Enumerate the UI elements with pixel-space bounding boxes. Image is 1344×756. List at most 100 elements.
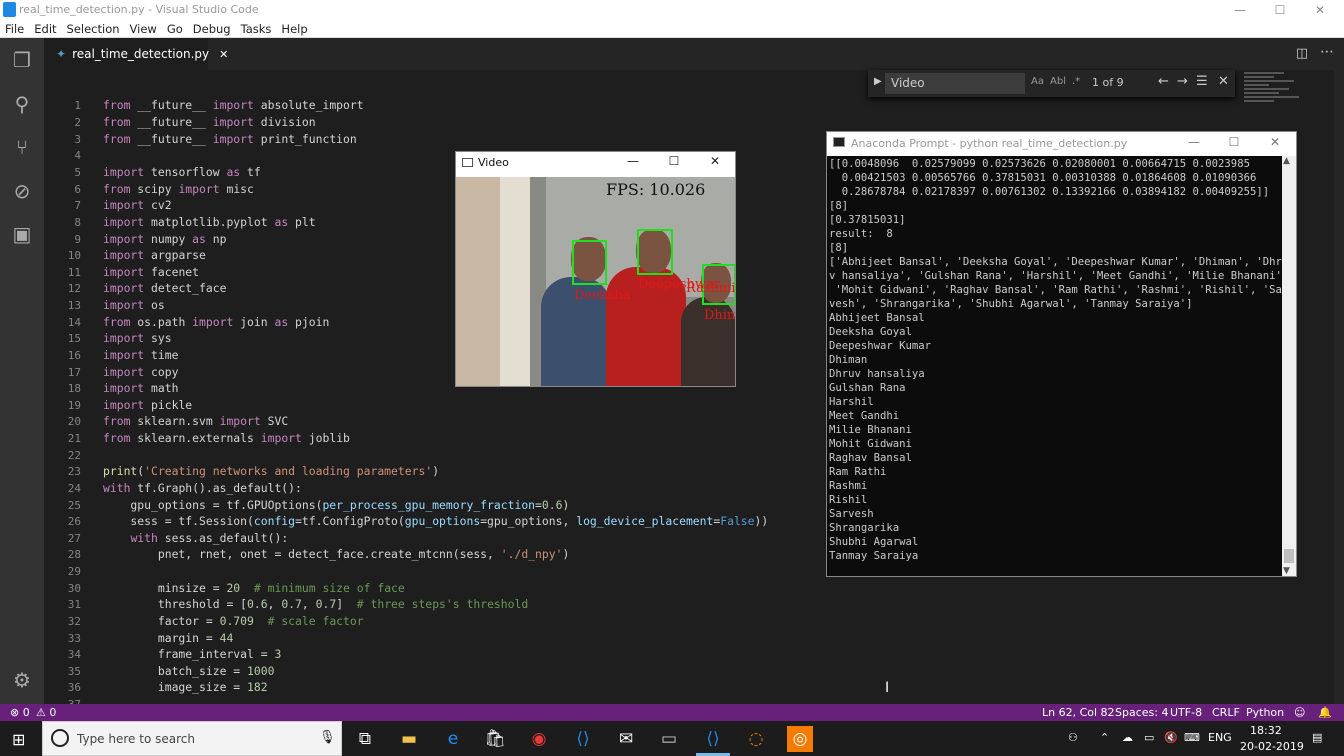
- debug-icon[interactable]: ⊘: [8, 177, 36, 205]
- line-number: 21: [67, 432, 81, 445]
- code-line: import os: [103, 298, 165, 312]
- line-number: 10: [67, 249, 81, 262]
- regex-button[interactable]: .*: [1072, 76, 1080, 87]
- console-close-button[interactable]: ✕: [1265, 135, 1285, 149]
- code-line: print('Creating networks and loading par…: [103, 464, 440, 478]
- menu-view[interactable]: View: [125, 20, 162, 38]
- feedback-smiley-icon[interactable]: ☺: [1294, 706, 1305, 719]
- menu-edit[interactable]: Edit: [29, 20, 61, 38]
- mail-icon[interactable]: ✉: [613, 726, 639, 752]
- toggle-replace-icon[interactable]: ▶: [874, 76, 882, 87]
- line-number: 2: [74, 116, 81, 129]
- input-language[interactable]: ENG: [1208, 731, 1232, 744]
- console-line: Gulshan Rana: [829, 382, 906, 394]
- warnings-count[interactable]: ⚠ 0: [36, 706, 56, 719]
- code-line: import numpy as np: [103, 232, 227, 246]
- console-line: Deepeshwar Kumar: [829, 340, 932, 352]
- match-word-button[interactable]: Abl: [1050, 76, 1066, 87]
- minimize-button[interactable]: —: [1220, 0, 1260, 20]
- action-center-icon[interactable]: ▤: [1312, 731, 1322, 744]
- menu-debug[interactable]: Debug: [188, 20, 236, 38]
- taskbar-search[interactable]: Type here to search 🎙: [42, 721, 342, 756]
- code-line: from os.path import join as pjoin: [103, 315, 330, 329]
- console-output[interactable]: [[0.0048096 0.02579099 0.02573626 0.0208…: [827, 156, 1282, 576]
- show-hidden-icon[interactable]: ⌃: [1100, 731, 1109, 744]
- maximize-button[interactable]: ☐: [1260, 0, 1300, 20]
- cursor-position[interactable]: Ln 62, Col 82: [1042, 706, 1115, 719]
- menu-selection[interactable]: Selection: [62, 20, 125, 38]
- errors-count[interactable]: ⊗ 0: [10, 706, 30, 719]
- code-line: batch_size = 1000: [103, 664, 275, 678]
- console-line: 0.28678784 0.02178397 0.00761302 0.13392…: [829, 186, 1270, 198]
- jupyter-icon[interactable]: ◌: [743, 726, 769, 752]
- code-line: pnet, rnet, onet = detect_face.create_mt…: [103, 547, 570, 561]
- title-bar: real_time_detection.py - Visual Studio C…: [0, 0, 1344, 20]
- battery-icon[interactable]: ▭: [1144, 731, 1154, 744]
- chrome-icon[interactable]: ◉: [526, 726, 552, 752]
- app-icon[interactable]: ◎: [787, 726, 813, 752]
- editor-scrollbar[interactable]: [1334, 70, 1344, 704]
- task-view-icon[interactable]: ⧉: [352, 726, 378, 752]
- clock-time[interactable]: 18:32: [1250, 724, 1282, 737]
- menu-tasks[interactable]: Tasks: [236, 20, 277, 38]
- video-close-button[interactable]: ✕: [705, 154, 725, 168]
- code-line: minsize = 20 # minimum size of face: [103, 581, 405, 595]
- vscode-icon[interactable]: ⟨⟩: [700, 726, 726, 752]
- menu-help[interactable]: Help: [276, 20, 312, 38]
- edge-icon[interactable]: e: [440, 726, 466, 752]
- microphone-icon[interactable]: 🎙: [319, 730, 336, 745]
- console-maximize-button[interactable]: ☐: [1224, 135, 1244, 149]
- notifications-bell-icon[interactable]: 🔔: [1318, 706, 1332, 719]
- line-number: 8: [74, 216, 81, 229]
- video-maximize-button[interactable]: ☐: [664, 154, 684, 168]
- face-box: [637, 229, 673, 275]
- network-icon[interactable]: ☁: [1122, 731, 1133, 744]
- next-match-button[interactable]: →: [1177, 74, 1188, 89]
- line-number: 29: [67, 565, 81, 578]
- line-number: 19: [67, 399, 81, 412]
- encoding[interactable]: UTF-8: [1170, 706, 1202, 719]
- volume-icon[interactable]: 🔇: [1164, 731, 1178, 744]
- console-minimize-button[interactable]: —: [1184, 135, 1204, 149]
- menu-go[interactable]: Go: [162, 20, 188, 38]
- file-explorer-icon[interactable]: ▬: [396, 726, 422, 752]
- settings-gear-icon[interactable]: ⚙: [8, 666, 36, 694]
- line-number: 1: [74, 99, 81, 112]
- console-line: [8]: [829, 200, 849, 212]
- split-editor-icon[interactable]: ◫: [1296, 46, 1308, 61]
- line-number: 24: [67, 482, 81, 495]
- more-actions-icon[interactable]: ⋯: [1320, 44, 1334, 60]
- console-line: Rashmi: [829, 480, 868, 492]
- line-number: 30: [67, 582, 81, 595]
- window-title: real_time_detection.py - Visual Studio C…: [19, 3, 259, 16]
- files-icon[interactable]: ❐: [8, 46, 36, 74]
- tab-real-time-detection[interactable]: ✦ real_time_detection.py ✕: [44, 38, 228, 70]
- people-icon[interactable]: ⚇: [1068, 731, 1078, 744]
- find-input[interactable]: Video: [885, 73, 1025, 94]
- console-line: Milie Bhanani: [829, 424, 912, 436]
- clock-date[interactable]: 20-02-2019: [1240, 740, 1304, 753]
- search-icon[interactable]: ⚲: [8, 90, 36, 118]
- close-button[interactable]: ✕: [1300, 0, 1340, 20]
- match-case-button[interactable]: Aa: [1031, 76, 1044, 87]
- previous-match-button[interactable]: ←: [1158, 74, 1169, 89]
- code-line: from __future__ import absolute_import: [103, 98, 364, 112]
- source-control-icon[interactable]: ⑂: [8, 133, 36, 161]
- extensions-icon[interactable]: ▣: [8, 220, 36, 248]
- indentation[interactable]: Spaces: 4: [1115, 706, 1168, 719]
- console-scrollbar[interactable]: ▲ ▼: [1282, 156, 1296, 576]
- vscode-icon[interactable]: ⟨⟩: [570, 726, 596, 752]
- console-line: Ram Rathi: [829, 466, 887, 478]
- tab-close-icon[interactable]: ✕: [219, 48, 228, 61]
- close-find-button[interactable]: ✕: [1218, 74, 1229, 89]
- language-mode[interactable]: Python: [1246, 706, 1284, 719]
- menu-file[interactable]: File: [0, 20, 29, 38]
- keyboard-icon[interactable]: ⌨: [1184, 731, 1200, 744]
- terminal-icon[interactable]: ▭: [656, 726, 682, 752]
- video-minimize-button[interactable]: —: [623, 154, 643, 168]
- console-line: Abhijeet Bansal: [829, 312, 925, 324]
- windows-start-icon[interactable]: ⊞: [12, 730, 25, 749]
- line-ending[interactable]: CRLF: [1212, 706, 1240, 719]
- find-in-selection-button[interactable]: ☰: [1196, 74, 1208, 89]
- store-icon[interactable]: 🛍: [482, 726, 508, 752]
